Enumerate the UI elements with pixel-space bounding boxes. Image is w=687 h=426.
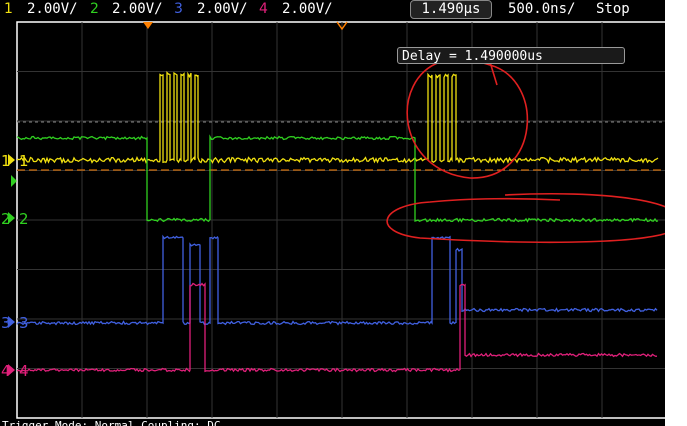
side-panel <box>665 0 687 426</box>
annotation-ellipse <box>387 194 681 242</box>
ch1-trace-label: 1 <box>19 152 29 170</box>
ch3-trace <box>17 237 657 325</box>
ch1-marker-label: 1 <box>1 152 11 170</box>
bottom-info: Trigger Mode: Normal Coupling: DC <box>2 420 221 426</box>
ch2-trace <box>17 137 658 222</box>
delay-readout: Delay = 1.490000us <box>397 47 625 64</box>
ch4-trace-label: 4 <box>19 362 29 380</box>
ch2-marker-label: 2 <box>1 210 11 228</box>
ch1-trace <box>17 73 658 163</box>
trigger-position-marker <box>143 22 153 29</box>
ch4-trace <box>17 284 657 372</box>
ch4-marker-label: 4 <box>1 362 11 380</box>
ch3-trace-label: 3 <box>19 314 29 332</box>
ch3-marker-label: 3 <box>1 314 11 332</box>
trigger-channel-marker <box>11 175 17 187</box>
ch2-trace-label: 2 <box>19 210 29 228</box>
